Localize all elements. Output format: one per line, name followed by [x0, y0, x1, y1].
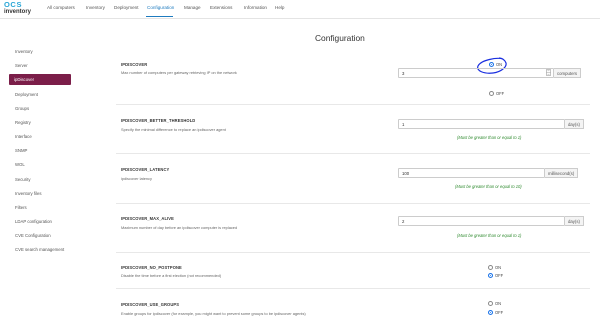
setting-name: IPDISCOVER_USE_GROUPS: [121, 302, 180, 307]
nav-deployment[interactable]: Deployment: [114, 5, 139, 10]
sidebar-item-security[interactable]: Security: [15, 177, 31, 182]
sidebar-item-interface[interactable]: Interface: [15, 134, 32, 139]
radio-icon: [488, 301, 493, 306]
radio-icon: [488, 265, 493, 270]
max-alive-input[interactable]: 2: [398, 216, 565, 226]
divider: [116, 252, 590, 253]
sidebar-item-ldap-configuration[interactable]: LDAP configuration: [15, 219, 52, 224]
nav-extensions[interactable]: Extensions: [210, 5, 232, 10]
no-postpone-on-radio[interactable]: ON: [488, 265, 501, 270]
better-threshold-input[interactable]: 1: [398, 119, 565, 129]
sidebar-item-filters[interactable]: Filters: [15, 205, 27, 210]
better-threshold-unit: day(s): [565, 119, 584, 129]
setting-description: Max number of computers per gateway retr…: [121, 70, 237, 75]
sidebar-item-groups[interactable]: Groups: [15, 106, 29, 111]
radio-label: OFF: [495, 273, 504, 278]
setting-name: IPDISCOVER_MAX_ALIVE: [121, 216, 174, 221]
nav-help[interactable]: Help: [275, 5, 284, 10]
active-nav-underline: [146, 16, 173, 17]
sidebar-item-deployment[interactable]: Deployment: [15, 92, 38, 97]
setting-name: IPDISCOVER_LATENCY: [121, 167, 170, 172]
radio-label: ON: [495, 301, 502, 306]
use-groups-off-radio[interactable]: OFF: [488, 310, 503, 315]
latency-unit: millisecond(s): [545, 168, 579, 178]
radio-icon: [489, 91, 494, 96]
use-groups-on-radio[interactable]: ON: [488, 301, 501, 306]
ipdiscover-value-input[interactable]: 3: [398, 68, 554, 78]
sidebar-item-cve-configuration[interactable]: CVE Configuration: [15, 233, 51, 238]
logo-text-top: OCS: [4, 0, 23, 9]
sidebar-item-cve-search-management[interactable]: CVE search management: [15, 247, 64, 252]
setting-name: IPDISCOVER_NO_POSTPONE: [121, 265, 182, 270]
divider: [116, 104, 590, 105]
no-postpone-off-radio[interactable]: OFF: [488, 273, 503, 278]
validation-hint: (Must be greater than or equal to 1): [457, 135, 522, 140]
ipdiscover-unit: computers: [554, 68, 582, 78]
divider: [116, 288, 590, 289]
radio-icon: [488, 310, 493, 315]
radio-label: ON: [495, 265, 502, 270]
sidebar-item-wol[interactable]: WOL: [15, 162, 25, 167]
page-title: Configuration: [315, 33, 365, 43]
ipdiscover-off-radio[interactable]: OFF: [489, 91, 504, 96]
setting-description: Specify the minimal difference to replac…: [121, 127, 226, 132]
nav-inventory[interactable]: Inventory: [86, 5, 105, 10]
spinner-icon[interactable]: [546, 69, 551, 76]
divider: [116, 203, 590, 204]
nav-information[interactable]: Information: [244, 5, 267, 10]
sidebar-item-inventory[interactable]: Inventory: [15, 49, 33, 54]
radio-label: OFF: [496, 91, 505, 96]
divider: [116, 153, 590, 154]
nav-manage[interactable]: Manage: [184, 5, 201, 10]
top-navbar: OCS inventory All computers Inventory De…: [0, 0, 600, 19]
nav-all-computers[interactable]: All computers: [47, 5, 75, 10]
sidebar-item-snmp[interactable]: SNMP: [15, 148, 27, 153]
setting-description: ipdiscover latency: [121, 176, 152, 181]
sidebar-item-inventory-files[interactable]: Inventory files: [15, 191, 42, 196]
radio-icon: [488, 273, 493, 278]
ocs-inventory-logo[interactable]: OCS inventory: [4, 1, 38, 17]
sidebar-item-server[interactable]: Server: [15, 63, 28, 68]
validation-hint: (Must be greater than or equal to 1): [457, 233, 522, 238]
setting-description: Enable groups for ipdiscover (for exampl…: [121, 311, 306, 316]
sidebar-item-ipdiscover[interactable]: ipDiscover: [9, 74, 71, 85]
setting-description: Maximum number of day before an ipdiscov…: [121, 225, 238, 230]
setting-name: IPDISCOVER_BETTER_THRESHOLD: [121, 118, 196, 123]
logo-text-bottom: inventory: [4, 9, 32, 15]
sidebar-item-registry[interactable]: Registry: [15, 120, 31, 125]
validation-hint: (Must be greater than or equal to 10): [455, 184, 522, 189]
latency-input[interactable]: 100: [398, 168, 545, 178]
nav-configuration[interactable]: Configuration: [147, 5, 174, 10]
setting-description: Disable the time before a first election…: [121, 273, 222, 278]
max-alive-unit: day(s): [565, 216, 584, 226]
radio-label: OFF: [495, 310, 504, 315]
setting-name: IPDISCOVER: [121, 62, 148, 67]
